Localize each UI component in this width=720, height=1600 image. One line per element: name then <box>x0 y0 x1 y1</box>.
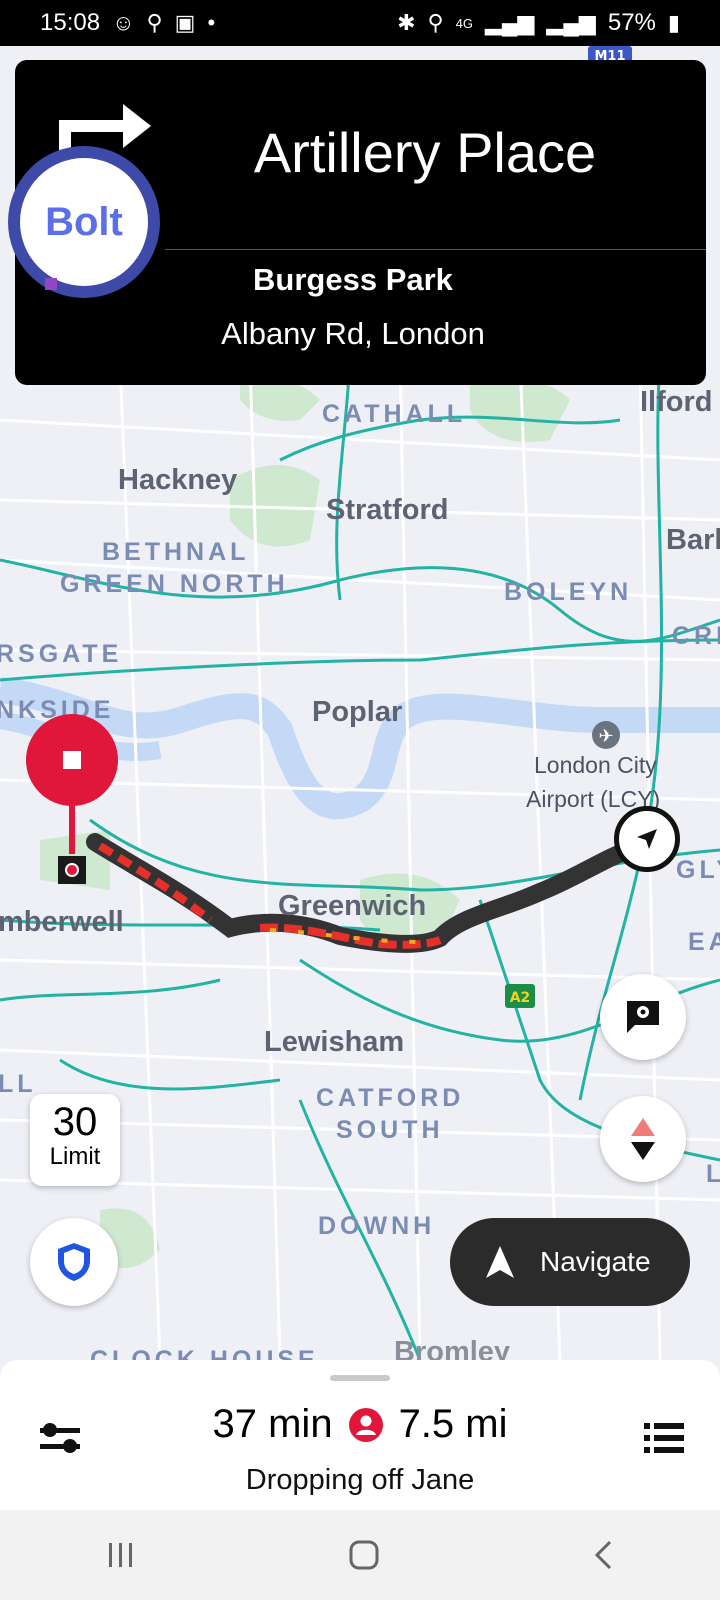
navigate-button[interactable]: Navigate <box>450 1218 690 1306</box>
signal-icon: ▂▄▆ <box>484 10 535 35</box>
destination-name: Burgess Park <box>253 262 453 297</box>
label-green-north: GREEN NORTH <box>60 570 289 598</box>
street-name: Artillery Place <box>253 121 597 184</box>
label-lewisham: Lewisham <box>264 1026 405 1058</box>
svg-text:✈: ✈ <box>598 726 613 747</box>
label-airport-line1: London City <box>534 752 657 778</box>
location-icon: ⚲ <box>427 10 444 35</box>
shield-icon <box>58 1243 90 1281</box>
home-icon[interactable] <box>348 1539 380 1571</box>
signal-icon: ▂▄▆ <box>546 10 596 35</box>
whatsapp-icon: ☺ <box>112 10 135 35</box>
clock: 15:08 <box>40 9 101 36</box>
battery-icon: ▮ <box>667 10 680 35</box>
dot-icon: • <box>207 10 216 35</box>
label-downham: DOWNH <box>318 1212 436 1240</box>
trip-status: Dropping off Jane <box>245 1464 475 1496</box>
compass-button[interactable] <box>600 1096 686 1182</box>
speed-limit-value: 30 <box>52 1100 98 1144</box>
label-poplar: Poplar <box>312 696 403 728</box>
safety-button[interactable] <box>30 1218 118 1306</box>
label-clock-house: CLOCK HOUSE <box>90 1346 319 1360</box>
label-glyn: GLYN <box>676 856 720 884</box>
back-icon[interactable] <box>592 1539 614 1571</box>
destination-pin[interactable] <box>26 714 118 864</box>
status-bar: 15:08 ☺ ⚲ ▣ • ✱ ⚲ 4G ▂▄▆ ▂▄▆ 57% ▮ <box>0 0 720 46</box>
stop-icon <box>63 751 81 769</box>
eta-text: 37 min <box>212 1402 333 1446</box>
location-pin-icon: ⚲ <box>146 10 163 35</box>
label-cre: CRE <box>672 622 720 650</box>
trip-summary: 37 min 7.5 mi <box>0 1402 720 1447</box>
label-south: SOUTH <box>336 1116 444 1144</box>
4g-icon: 4G <box>455 15 473 31</box>
bolt-badge-corner <box>45 278 57 290</box>
label-bishopsgate: RSGATE <box>0 640 123 668</box>
label-hackney: Hackney <box>118 464 238 496</box>
gallery-icon: ▣ <box>174 10 196 35</box>
report-button[interactable] <box>600 974 686 1060</box>
report-icon <box>627 1001 659 1033</box>
list-icon <box>644 1423 684 1453</box>
label-cathall: CATHALL <box>322 400 467 428</box>
label-catford: CATFORD <box>316 1084 465 1112</box>
sheet-handle[interactable] <box>330 1375 390 1381</box>
label-boleyn: BOLEYN <box>504 578 633 606</box>
label-ilford: Ilford <box>640 386 713 418</box>
divider <box>165 249 706 250</box>
navigation-arrow-icon <box>486 1246 514 1278</box>
label-greenwich: Greenwich <box>278 890 427 922</box>
system-nav-bar <box>0 1510 720 1600</box>
a2-badge: A2 <box>510 990 531 1006</box>
label-bromley: Bromley <box>394 1336 511 1360</box>
speed-limit-label: Limit <box>49 1143 101 1170</box>
label-ll: LL <box>0 1070 37 1098</box>
label-stratford: Stratford <box>326 494 449 526</box>
distance-text: 7.5 mi <box>398 1402 508 1446</box>
current-location-marker <box>614 806 680 872</box>
label-camberwell: mberwell <box>0 906 124 938</box>
bluetooth-icon: ✱ <box>397 10 416 35</box>
passenger-icon <box>348 1407 383 1442</box>
battery-percent: 57% <box>607 9 656 36</box>
label-l: L <box>706 1160 720 1188</box>
bolt-logo-text: Bolt <box>45 199 123 244</box>
navigation-arrow-icon <box>637 829 657 849</box>
label-bethnal: BETHNAL <box>102 538 250 566</box>
trip-sheet[interactable]: 37 min 7.5 mi Dropping off Jane <box>0 1360 720 1510</box>
speed-limit-sign: 30 Limit <box>30 1094 120 1186</box>
recent-apps-icon[interactable] <box>106 1541 136 1569</box>
label-bark: Bark <box>666 524 720 556</box>
navigate-label: Navigate <box>540 1246 651 1277</box>
label-eas: EAS <box>688 928 720 956</box>
bolt-logo[interactable]: Bolt <box>20 158 148 286</box>
destination-address: Albany Rd, London <box>221 316 485 351</box>
trip-list-button[interactable] <box>636 1410 692 1466</box>
compass-icon <box>631 1118 655 1160</box>
